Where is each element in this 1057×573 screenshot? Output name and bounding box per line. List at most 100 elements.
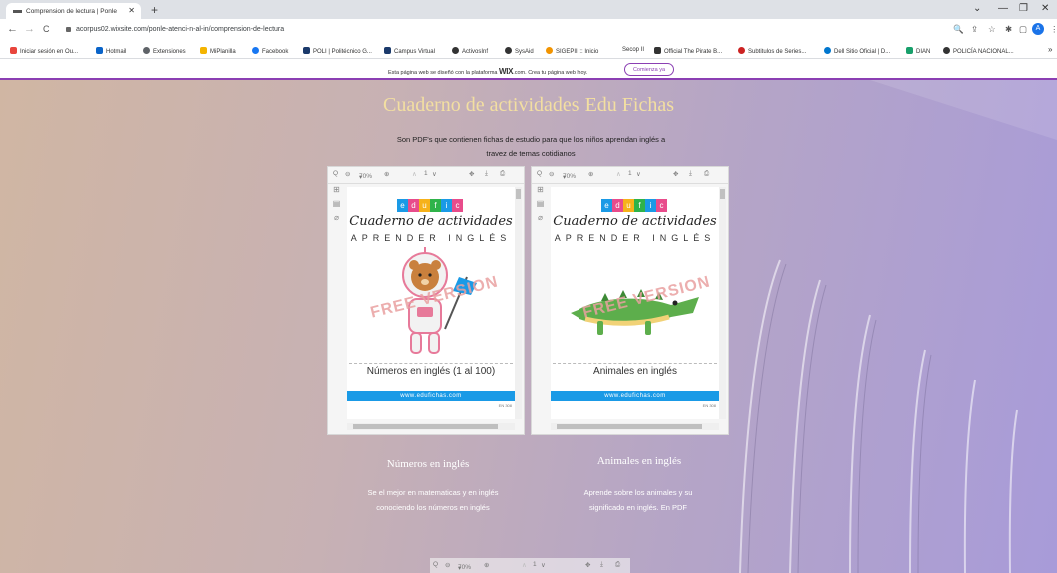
print-icon[interactable]: ⎙	[500, 170, 505, 178]
minimize-button[interactable]: —	[998, 3, 1008, 14]
bookmark-favicon-icon	[200, 47, 207, 54]
zoom-caret-icon: ▾	[563, 174, 567, 181]
restore-button[interactable]: ❐	[1019, 3, 1028, 14]
zoom-in-icon[interactable]: ⊕	[484, 561, 489, 569]
viewer-search-icon[interactable]: Q	[433, 561, 438, 568]
wix-promo-banner: Esta página web se diseñó con la platafo…	[0, 59, 1057, 80]
close-window-button[interactable]: ✕	[1041, 3, 1049, 14]
browser-tab[interactable]: Comprension de lectura | Ponle ✕	[6, 3, 141, 19]
background-architecture-image	[739, 80, 1057, 573]
page-up-icon[interactable]: ∧	[412, 170, 417, 178]
download-icon[interactable]: ⤓	[689, 170, 692, 178]
page-down-icon[interactable]: ∨	[541, 561, 546, 569]
bookmark-favicon-icon	[505, 47, 512, 54]
thumbnails-icon[interactable]: ⊞	[534, 185, 547, 199]
attachment-icon[interactable]: ⌀	[330, 213, 343, 227]
bookmark-favicon-icon	[943, 47, 950, 54]
bookmark-favicon-icon	[546, 47, 553, 54]
bookmark-item[interactable]: Secop II	[622, 47, 644, 53]
url-field[interactable]: acorpus02.wixsite.com/ponle-atenci-n-al-…	[66, 23, 936, 37]
zoom-search-icon[interactable]: 🔍	[953, 24, 964, 35]
extensions-icon[interactable]: ✱	[1005, 24, 1012, 35]
page-subtitle: Son PDF's que contienen fichas de estudi…	[396, 135, 666, 158]
back-button[interactable]: ←	[7, 23, 18, 35]
zoom-in-icon[interactable]: ⊕	[384, 170, 389, 178]
pdf-page: edufic Cuaderno de actividades APRENDER …	[551, 187, 719, 419]
download-icon[interactable]: ⤓	[600, 561, 603, 569]
bookmark-item[interactable]: Subtitulos de Series...	[738, 47, 806, 55]
page-up-icon[interactable]: ∧	[616, 170, 621, 178]
wix-start-button[interactable]: Comienza ya	[624, 63, 674, 76]
wix-promo-text: Esta página web se diseñó con la platafo…	[388, 67, 588, 76]
bookmarks-overflow-icon[interactable]: »	[1048, 45, 1052, 54]
viewer-vertical-scrollbar[interactable]	[515, 187, 522, 419]
edufichas-logo: edufic	[601, 195, 671, 212]
tab-close-icon[interactable]: ✕	[128, 6, 135, 15]
page-up-icon[interactable]: ∧	[522, 561, 527, 569]
bookmark-item[interactable]: DIAN	[906, 47, 930, 55]
viewer-toolbar: Q ⊖ 70% ▾ ⊕ ∧ 1 ∨ ✥ ⤓ ⎙	[532, 167, 728, 184]
viewer-horizontal-scrollbar[interactable]	[551, 423, 719, 430]
bookmark-item[interactable]: ActivosInf	[452, 47, 488, 55]
viewer-vertical-scrollbar[interactable]	[719, 187, 726, 419]
bookmark-item[interactable]: MiPlanilla	[200, 47, 236, 55]
zoom-caret-icon: ▾	[359, 174, 363, 181]
page-number[interactable]: 1	[533, 561, 537, 568]
pan-icon[interactable]: ✥	[469, 170, 474, 178]
card-title-animales: Animales en inglés	[596, 455, 682, 467]
bookmark-item[interactable]: Extensiones	[143, 47, 186, 55]
tab-search-chevron-icon[interactable]: ⌄	[973, 3, 981, 14]
page-down-icon[interactable]: ∨	[432, 170, 437, 178]
pan-icon[interactable]: ✥	[585, 561, 590, 569]
forward-button[interactable]: →	[24, 23, 35, 35]
browser-menu-icon[interactable]: ⋮	[1050, 24, 1057, 35]
viewer-search-icon[interactable]: Q	[537, 170, 542, 177]
zoom-in-icon[interactable]: ⊕	[588, 170, 593, 178]
share-icon[interactable]: ⇪	[971, 24, 978, 35]
bookmark-item[interactable]: SIGEPII :: Inicio	[546, 47, 598, 55]
viewer-search-icon[interactable]: Q	[333, 170, 338, 177]
outline-icon[interactable]: ▤	[330, 199, 343, 213]
bookmark-item[interactable]: POLI | Politécnico G...	[303, 47, 372, 55]
bookmark-item[interactable]: POLICÍA NACIONAL...	[943, 47, 1014, 55]
bookmark-item[interactable]: Hotmail	[96, 47, 126, 55]
bookmark-item[interactable]: Campus Virtual	[384, 47, 435, 55]
viewer-toolbar-partial: Q ⊖ 70% ▾ ⊕ ∧ 1 ∨ ✥ ⤓ ⎙	[430, 558, 630, 573]
bookmarks-bar: Iniciar sesión en Ou... Hotmail Extensio…	[0, 43, 1057, 59]
bookmark-favicon-icon	[452, 47, 459, 54]
print-icon[interactable]: ⎙	[704, 170, 709, 178]
pdf-viewer-numeros[interactable]: Q ⊖ 70% ▾ ⊕ ∧ 1 ∨ ✥ ⤓ ⎙ ⊞ ▤ ⌀ edufic Cuad…	[327, 166, 525, 435]
profile-avatar[interactable]: A	[1032, 23, 1044, 35]
outline-icon[interactable]: ▤	[534, 199, 547, 213]
thumbnails-icon[interactable]: ⊞	[330, 185, 343, 199]
bookmark-star-icon[interactable]: ☆	[988, 24, 996, 35]
page-title: Cuaderno de actividades Edu Fichas	[382, 94, 675, 116]
attachment-icon[interactable]: ⌀	[534, 213, 547, 227]
bookmark-item[interactable]: Facebook	[252, 47, 288, 55]
new-tab-button[interactable]: +	[151, 3, 158, 17]
bookmark-item[interactable]: Official The Pirate B...	[654, 47, 722, 55]
page-number[interactable]: 1	[628, 170, 632, 177]
doc-title-script: Cuaderno de actividades	[349, 214, 513, 229]
zoom-out-icon[interactable]: ⊖	[445, 561, 450, 569]
tab-favicon-icon	[13, 10, 22, 13]
side-panel-icon[interactable]: ▢	[1019, 24, 1027, 35]
reload-button[interactable]: C	[43, 24, 50, 34]
pan-icon[interactable]: ✥	[673, 170, 678, 178]
download-icon[interactable]: ⤓	[485, 170, 488, 178]
card-description-numeros: Se el mejor en matematicas y en inglés c…	[367, 488, 499, 512]
bookmark-item[interactable]: SysAid	[505, 47, 534, 55]
page-down-icon[interactable]: ∨	[636, 170, 641, 178]
bookmark-item[interactable]: Iniciar sesión en Ou...	[10, 47, 78, 55]
doc-caption: Números en inglés (1 al 100)	[349, 363, 513, 379]
print-icon[interactable]: ⎙	[615, 561, 620, 569]
card-description-animales: Aprende sobre los animales y su signific…	[583, 488, 693, 512]
bookmark-favicon-icon	[738, 47, 745, 54]
page-content: Cuaderno de actividades Edu Fichas Son P…	[0, 80, 1057, 573]
viewer-horizontal-scrollbar[interactable]	[347, 423, 515, 430]
pdf-viewer-animales[interactable]: Q ⊖ 70% ▾ ⊕ ∧ 1 ∨ ✥ ⤓ ⎙ ⊞ ▤ ⌀ edufic Cuad…	[531, 166, 729, 435]
page-number[interactable]: 1	[424, 170, 428, 177]
zoom-out-icon[interactable]: ⊖	[549, 170, 554, 178]
zoom-out-icon[interactable]: ⊖	[345, 170, 350, 178]
bookmark-item[interactable]: Dell Sitio Oficial | D...	[824, 47, 890, 55]
